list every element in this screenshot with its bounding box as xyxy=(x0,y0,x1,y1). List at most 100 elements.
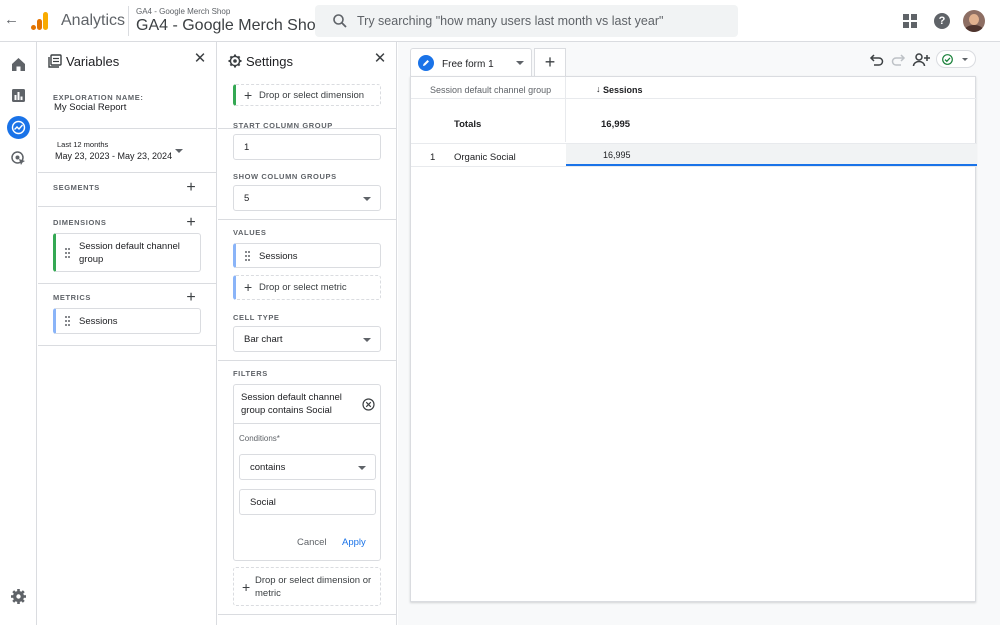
filters-label: FILTERS xyxy=(233,369,268,378)
chevron-down-icon xyxy=(363,197,371,201)
show-column-groups-select[interactable]: 5 xyxy=(233,185,381,211)
free-form-table: Session default channel group ↓ Sessions… xyxy=(410,76,976,602)
exploration-name-input[interactable]: My Social Report xyxy=(54,102,126,113)
row-number: 1 xyxy=(430,152,435,163)
metric-column-header[interactable]: Sessions xyxy=(603,85,643,95)
row-divider xyxy=(411,166,977,167)
filter-summary[interactable]: Session default channel group contains S… xyxy=(241,391,353,417)
drag-handle-icon[interactable] xyxy=(245,251,251,261)
back-arrow-icon[interactable]: ← xyxy=(4,12,18,28)
table-row-dimension[interactable]: Organic Social xyxy=(454,152,516,163)
filter-card: Session default channel group contains S… xyxy=(233,384,381,561)
condition-value-input[interactable]: Social xyxy=(239,489,376,515)
app-name: Analytics xyxy=(61,12,125,30)
bar-value: 16,995 xyxy=(603,150,631,160)
value-chip[interactable]: Sessions xyxy=(233,243,381,268)
variables-panel: Variables ✕ EXPLORATION NAME: My Social … xyxy=(38,42,217,625)
help-icon[interactable]: ? xyxy=(934,13,950,29)
dimension-column-header[interactable]: Session default channel group xyxy=(430,85,551,95)
divider xyxy=(234,423,380,424)
divider xyxy=(218,360,397,361)
left-navigation xyxy=(0,42,37,625)
apply-button[interactable]: Apply xyxy=(342,537,366,548)
chevron-down-icon[interactable] xyxy=(516,61,524,65)
values-label: VALUES xyxy=(233,228,266,237)
start-column-group-input[interactable]: 1 xyxy=(233,134,381,160)
settings-panel: Settings ✕ + Drop or select dimension ST… xyxy=(218,42,397,625)
plus-icon: + xyxy=(244,281,252,293)
chevron-down-icon xyxy=(358,466,366,470)
account-name[interactable]: GA4 - Google Merch Shop xyxy=(136,7,230,16)
remove-filter-icon[interactable] xyxy=(362,398,375,411)
app-header: ← Analytics GA4 - Google Merch Shop GA4 … xyxy=(0,0,1000,42)
variables-title: Variables xyxy=(66,54,119,69)
cell-type-select[interactable]: Bar chart xyxy=(233,326,381,352)
settings-gear-icon[interactable] xyxy=(10,588,27,605)
show-column-groups-label: SHOW COLUMN GROUPS xyxy=(233,172,337,181)
divider xyxy=(38,172,217,173)
condition-operator-select[interactable]: contains xyxy=(239,454,376,480)
chevron-down-icon xyxy=(363,338,371,342)
save-status-button[interactable] xyxy=(936,50,976,68)
filter-dropzone[interactable]: + Drop or select dimension or metric xyxy=(233,567,381,606)
conditions-label: Conditions* xyxy=(239,434,280,443)
bar-chart-cell[interactable]: 16,995 xyxy=(566,144,977,166)
dimension-chip[interactable]: Session default channel group xyxy=(53,233,201,272)
home-icon[interactable] xyxy=(10,56,27,73)
divider xyxy=(218,219,397,220)
check-circle-icon xyxy=(942,54,953,65)
drag-handle-icon[interactable] xyxy=(65,248,71,258)
condition-value-text: Social xyxy=(250,497,276,508)
metrics-label: METRICS xyxy=(53,293,91,302)
add-segment-icon[interactable]: + xyxy=(184,181,198,195)
start-column-group-label: START COLUMN GROUP xyxy=(233,121,333,130)
row-divider xyxy=(411,98,977,99)
explore-nav-active[interactable] xyxy=(7,116,30,139)
avatar[interactable] xyxy=(963,10,985,32)
cancel-button[interactable]: Cancel xyxy=(297,537,327,548)
redo-icon[interactable] xyxy=(891,52,907,68)
divider xyxy=(218,614,397,615)
metric-dropzone[interactable]: + Drop or select metric xyxy=(233,275,381,300)
exploration-name-label: EXPLORATION NAME: xyxy=(53,93,143,102)
sort-arrow-icon[interactable]: ↓ xyxy=(596,84,601,94)
search-bar[interactable]: Try searching "how many users last month… xyxy=(315,5,738,37)
dropzone-label: Drop or select metric xyxy=(259,281,347,294)
show-column-groups-value: 5 xyxy=(244,193,249,204)
tab-free-form-1[interactable]: Free form 1 xyxy=(410,48,532,77)
settings-icon xyxy=(228,54,242,68)
start-column-group-value: 1 xyxy=(244,142,249,153)
header-divider xyxy=(128,6,129,36)
date-dropdown-caret-icon[interactable] xyxy=(175,149,183,153)
metric-chip[interactable]: Sessions xyxy=(53,308,201,334)
close-variables-icon[interactable]: ✕ xyxy=(193,52,207,66)
apps-grid-icon[interactable] xyxy=(903,14,917,28)
tab-label: Free form 1 xyxy=(442,59,494,70)
value-chip-label: Sessions xyxy=(259,250,298,263)
close-settings-icon[interactable]: ✕ xyxy=(373,52,387,66)
totals-label: Totals xyxy=(454,119,481,130)
undo-icon[interactable] xyxy=(868,52,884,68)
column-dimension-dropzone[interactable]: + Drop or select dimension xyxy=(233,84,381,106)
add-dimension-icon[interactable]: + xyxy=(184,216,198,230)
pencil-icon xyxy=(418,55,434,71)
segments-label: SEGMENTS xyxy=(53,183,100,192)
date-range[interactable]: May 23, 2023 - May 23, 2024 xyxy=(55,151,172,161)
property-selector[interactable]: GA4 - Google Merch Shop xyxy=(136,17,325,35)
advertising-icon[interactable] xyxy=(10,150,27,167)
cell-type-label: CELL TYPE xyxy=(233,313,280,322)
reports-icon[interactable] xyxy=(10,87,27,104)
plus-icon: + xyxy=(242,581,250,593)
variables-icon xyxy=(48,54,62,68)
add-tab-button[interactable]: + xyxy=(534,48,566,77)
search-input[interactable]: Try searching "how many users last month… xyxy=(357,14,663,28)
date-preset-label[interactable]: Last 12 months xyxy=(57,140,108,149)
drag-handle-icon[interactable] xyxy=(65,316,71,326)
share-add-person-icon[interactable] xyxy=(912,52,930,68)
add-metric-icon[interactable]: + xyxy=(184,291,198,305)
analytics-logo-icon xyxy=(30,11,50,31)
dropzone-label: Drop or select dimension xyxy=(259,89,364,102)
condition-operator-value: contains xyxy=(250,462,285,473)
divider xyxy=(38,128,217,129)
divider xyxy=(38,283,217,284)
